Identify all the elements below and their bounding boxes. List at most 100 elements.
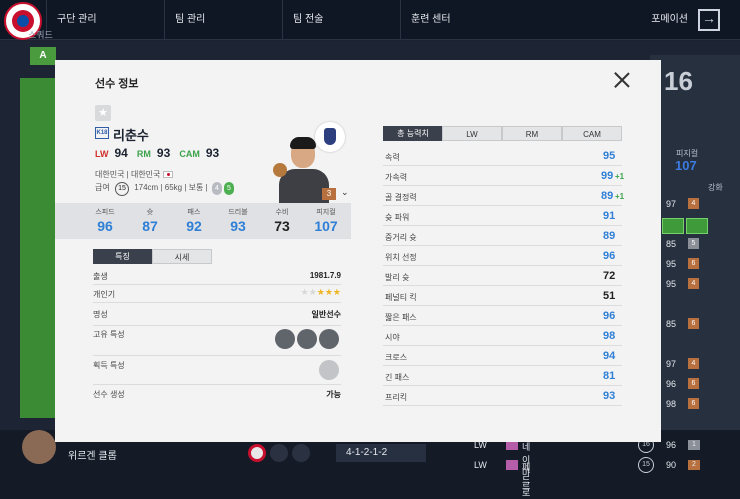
position-lw-value: 94 xyxy=(114,146,128,160)
attribute-row: 짧은 패스 96 xyxy=(383,306,622,326)
exit-icon[interactable] xyxy=(698,9,720,31)
attribute-value: 95 xyxy=(603,150,616,162)
tab-lw[interactable]: LW xyxy=(442,126,502,141)
position-cam-value: 93 xyxy=(205,146,220,160)
nav-team-tactics[interactable]: 팀 전술 xyxy=(282,0,400,40)
upgrade-button[interactable] xyxy=(662,218,684,234)
position-ratings: LW 94 RM 93 CAM 93 xyxy=(95,146,225,160)
summary-stats-bar: 스피드 96 슛 87 패스 92 드리블 93 수비 73 피지컬 107 xyxy=(55,203,351,239)
attribute-label: 크로스 xyxy=(385,353,408,362)
slot-icon[interactable] xyxy=(292,444,310,462)
search-icon[interactable] xyxy=(686,218,708,234)
trait-icon[interactable] xyxy=(319,329,339,349)
stat-speed: 스피드 96 xyxy=(95,209,115,234)
attribute-row: 긴 패스 81 xyxy=(383,366,622,386)
nav-formation[interactable]: 포메이션 xyxy=(651,0,688,40)
detail-unique-traits: 고유 특성 xyxy=(93,326,341,356)
height: 174cm xyxy=(134,183,159,192)
tab-cam[interactable]: CAM xyxy=(562,126,622,141)
stat-physical: 피지컬 107 xyxy=(314,209,338,234)
bg-player-number: 16 xyxy=(664,66,693,96)
attribute-label: 가속력 xyxy=(385,173,408,182)
attribute-value: 96 xyxy=(603,250,616,262)
season-tag xyxy=(506,460,518,470)
squad-label: 스쿼드 xyxy=(28,30,53,40)
top-nav-bar: 구단 관리 팀 관리 팀 전술 훈련 센터 포메이션 xyxy=(0,0,740,40)
tab-traits[interactable]: 특징 xyxy=(93,249,152,264)
bg-row[interactable]: 98 6 xyxy=(660,397,730,413)
modal-title: 선수 정보 xyxy=(95,78,139,90)
bg-row[interactable]: 85 6 xyxy=(660,317,730,333)
nav-team-management[interactable]: 팀 관리 xyxy=(164,0,282,40)
attribute-value: 93 xyxy=(603,390,616,402)
detail-birth: 출생 1981.7.9 xyxy=(93,268,341,285)
attribute-row: 발리 슛 72 xyxy=(383,266,622,286)
bg-row[interactable]: 85 5 xyxy=(660,237,730,253)
attribute-label: 슛 파워 xyxy=(385,213,410,222)
bg-row[interactable]: 97 4 xyxy=(660,197,730,213)
attribute-row: 시야 98 xyxy=(383,326,622,346)
formation-select[interactable]: 4-1-2-1-2 xyxy=(336,444,426,462)
bg-row[interactable]: 95 4 xyxy=(660,277,730,293)
pay-label: 급여 xyxy=(95,183,110,192)
bg-row[interactable]: 97 4 xyxy=(660,357,730,373)
attribute-label: 시야 xyxy=(385,333,400,342)
detail-player-creation: 선수 생성 가능 xyxy=(93,390,341,399)
flag-icon xyxy=(162,171,173,178)
lock-icon xyxy=(319,360,339,380)
trait-icon[interactable] xyxy=(275,329,295,349)
bg-physical-value: 107 xyxy=(675,158,697,173)
body-type: 보통 xyxy=(188,183,204,192)
team-chemistry-icon[interactable] xyxy=(248,444,266,462)
favorite-star-icon[interactable]: ★ xyxy=(95,105,111,121)
season-badge: K18 xyxy=(95,127,109,139)
close-icon[interactable] xyxy=(611,70,633,92)
position-rm-value: 93 xyxy=(156,146,171,160)
attribute-value: 51 xyxy=(603,290,616,302)
attribute-row: 가속력 99 +1 xyxy=(383,166,625,186)
detail-earned-traits: 획득 특성 xyxy=(93,357,341,385)
pitch xyxy=(20,78,60,418)
player-name: 리춘수 xyxy=(113,128,149,143)
attribute-bonus: +1 xyxy=(615,172,625,181)
attribute-row: 슛 파워 91 xyxy=(383,206,622,226)
trait-icon[interactable] xyxy=(297,329,317,349)
slot-icon[interactable] xyxy=(270,444,288,462)
attribute-value: 81 xyxy=(603,370,616,382)
skill-stars: ★★★★★ xyxy=(300,287,341,297)
attribute-label: 속력 xyxy=(385,153,400,162)
attribute-row: 골 결정력 89 +1 xyxy=(383,186,624,206)
attribute-row: 위치 선정 96 xyxy=(383,246,622,266)
attribute-value: 96 xyxy=(603,310,616,322)
player-info-line: 급여 15 174cm | 65kg | 보통 | 45 xyxy=(95,182,234,196)
nav-club-management[interactable]: 구단 관리 xyxy=(46,0,164,40)
attribute-label: 발리 슛 xyxy=(385,273,410,282)
detail-reputation: 명성 일반선수 xyxy=(93,306,341,326)
player-info-modal: 선수 정보 ★ K18 리춘수 LW 94 RM 93 CAM 93 대한민국 | 대… xyxy=(55,60,661,442)
stat-passing: 패스 92 xyxy=(186,209,202,234)
attribute-row: 중거리 슛 89 xyxy=(383,226,622,246)
grade-chip[interactable]: A xyxy=(30,47,56,65)
bg-enhance-label: 강화 xyxy=(708,183,723,192)
attribute-value: 94 xyxy=(603,350,616,362)
attribute-value: 72 xyxy=(603,270,616,282)
position-lw: LW xyxy=(95,149,109,159)
coach-avatar[interactable] xyxy=(22,430,56,464)
bg-row[interactable]: 95 6 xyxy=(660,257,730,273)
tab-total-attributes[interactable]: 총 능력치 xyxy=(383,126,443,141)
bg-row[interactable]: 96 6 xyxy=(660,377,730,393)
attribute-label: 긴 패스 xyxy=(385,373,410,382)
pay-value: 15 xyxy=(114,182,129,196)
nav-training-center[interactable]: 훈련 센터 xyxy=(400,0,518,40)
attribute-row: 페널티 킥 51 xyxy=(383,286,622,306)
detail-skill-moves: 개인기 ★★★★★ xyxy=(93,286,341,303)
tab-market-price[interactable]: 시세 xyxy=(152,249,212,264)
attribute-value: 98 xyxy=(603,330,616,342)
info-tabs: 특징 시세 xyxy=(93,249,212,264)
stat-defending: 수비 73 xyxy=(274,209,290,234)
coach-name: 위르겐 클롭 xyxy=(68,451,117,462)
chevron-down-icon[interactable]: ⌄ xyxy=(341,187,349,198)
attribute-label: 프리킥 xyxy=(385,393,408,402)
attribute-value: 91 xyxy=(603,210,616,222)
tab-rm[interactable]: RM xyxy=(502,126,562,141)
